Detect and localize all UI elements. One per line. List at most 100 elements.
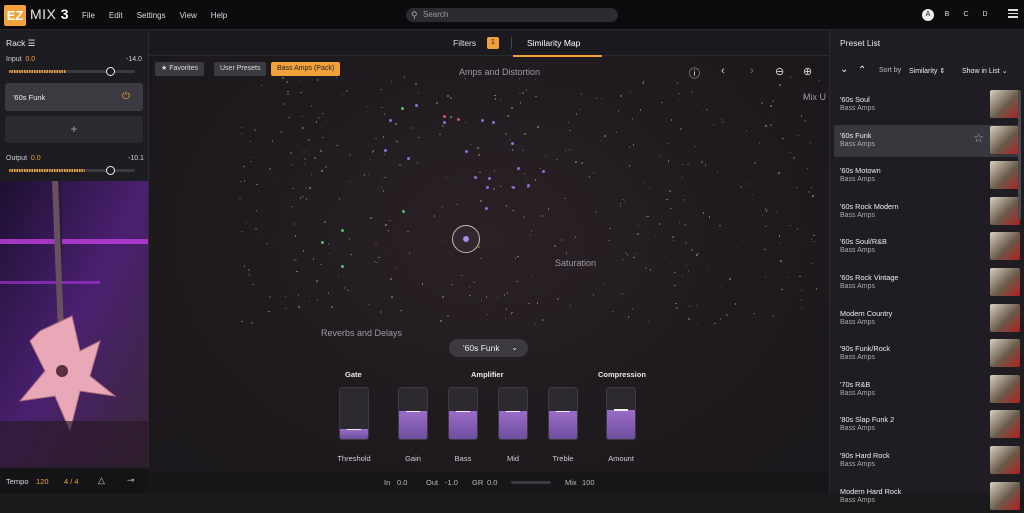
out-value: -1.0	[445, 478, 458, 487]
map-preset-dot[interactable]	[443, 121, 446, 124]
selected-preset-marker[interactable]	[452, 225, 480, 253]
mid-fader[interactable]	[498, 387, 528, 440]
map-preset-dot[interactable]	[488, 177, 491, 180]
preset-list-item[interactable]: '60s Soul/R&B Bass Amps	[834, 231, 1020, 263]
input-slider-knob[interactable]	[106, 67, 116, 76]
map-preset-dot[interactable]	[402, 210, 405, 213]
map-speckle	[396, 140, 398, 143]
map-preset-dot[interactable]	[407, 157, 410, 160]
preset-list-item[interactable]: '60s Rock Modern Bass Amps	[834, 196, 1020, 228]
collapse-up-icon[interactable]: ⌃	[858, 65, 866, 76]
map-speckle	[708, 216, 711, 218]
output-slider-knob[interactable]	[106, 166, 116, 175]
gain-fader[interactable]	[398, 387, 428, 440]
map-preset-dot[interactable]	[511, 142, 514, 145]
snapshot-a-button[interactable]: A	[922, 9, 934, 21]
preset-thumbnail	[990, 90, 1020, 118]
menu-edit[interactable]: Edit	[109, 11, 123, 20]
snapshot-c-button[interactable]: C	[960, 9, 972, 21]
preset-list-scrollbar[interactable]	[1018, 90, 1021, 220]
show-in-list-dropdown[interactable]: Show in List ⌄	[962, 67, 1008, 75]
menu-help[interactable]: Help	[211, 11, 227, 20]
snapshot-d-button[interactable]: D	[979, 9, 991, 21]
tempo-value[interactable]: 120	[36, 477, 49, 486]
map-speckle	[818, 79, 820, 82]
treble-fader[interactable]	[548, 387, 578, 440]
metronome-icon[interactable]: △	[98, 475, 105, 486]
preset-list-item[interactable]: Modern Country Bass Amps	[834, 303, 1020, 335]
menu-view[interactable]: View	[180, 11, 197, 20]
map-speckle	[340, 244, 343, 246]
tab-similarity-map[interactable]: Similarity Map	[527, 38, 580, 48]
preset-list-item[interactable]: '60s Motown Bass Amps	[834, 160, 1020, 192]
menu-file[interactable]: File	[82, 11, 95, 20]
map-preset-dot[interactable]	[517, 167, 520, 170]
mix-value[interactable]: 100	[582, 478, 595, 487]
collapse-down-icon[interactable]: ⌄	[840, 64, 848, 75]
map-speckle	[775, 211, 778, 214]
map-preset-dot[interactable]	[512, 186, 515, 189]
map-preset-dot[interactable]	[492, 121, 495, 124]
hamburger-menu-icon[interactable]	[1008, 9, 1018, 19]
map-preset-dot[interactable]	[415, 104, 418, 107]
time-signature[interactable]: 4 / 4	[64, 477, 79, 486]
map-preset-dot[interactable]	[389, 119, 392, 122]
map-preset-dot[interactable]	[341, 265, 344, 268]
guitar-image	[0, 181, 148, 467]
search-input[interactable]: ⚲ Search	[406, 8, 618, 22]
map-speckle	[815, 288, 818, 290]
map-speckle	[578, 108, 581, 111]
map-speckle	[675, 302, 677, 305]
preset-list-item[interactable]: '90s Hard Rock Bass Amps	[834, 445, 1020, 477]
amount-fader[interactable]	[606, 387, 636, 440]
map-preset-dot[interactable]	[401, 107, 404, 110]
rack-menu-icon[interactable]: ☰	[28, 38, 36, 48]
map-preset-dot[interactable]	[457, 118, 460, 121]
preset-selector[interactable]: '60s Funk ⌄	[449, 339, 528, 357]
preset-list-item[interactable]: '60s Rock Vintage Bass Amps	[834, 267, 1020, 299]
map-speckle	[316, 280, 318, 282]
preset-list-item[interactable]: '90s Funk/Rock Bass Amps	[834, 338, 1020, 370]
map-preset-dot[interactable]	[542, 170, 545, 173]
threshold-fader[interactable]	[339, 387, 369, 440]
favorite-star-icon[interactable]: ☆	[973, 131, 984, 145]
snapshot-b-button[interactable]: B	[941, 9, 953, 21]
preset-list-item[interactable]: Modern Hard Rock Bass Amps	[834, 481, 1020, 513]
map-speckle	[683, 199, 686, 201]
map-scatter[interactable]	[149, 56, 829, 336]
map-speckle	[536, 302, 539, 304]
map-preset-dot[interactable]	[341, 229, 344, 232]
cable-icon[interactable]: ⊸	[127, 475, 135, 486]
power-icon[interactable]: ⏻	[122, 91, 130, 102]
map-preset-dot[interactable]	[527, 184, 530, 187]
map-speckle	[327, 292, 330, 294]
map-speckle	[642, 82, 644, 85]
top-bar: EZ MIX 3 File Edit Settings View Help ⚲ …	[0, 0, 1024, 30]
map-preset-dot[interactable]	[321, 241, 324, 244]
preset-list-item[interactable]: '60s Soul Bass Amps	[834, 89, 1020, 121]
map-speckle	[291, 205, 293, 208]
map-preset-dot[interactable]	[486, 186, 489, 189]
add-slot-button[interactable]: +	[5, 116, 143, 143]
map-preset-dot[interactable]	[485, 207, 488, 210]
preset-list-item[interactable]: '70s R&B Bass Amps	[834, 374, 1020, 406]
map-preset-dot[interactable]	[481, 119, 484, 122]
map-preset-dot[interactable]	[384, 149, 387, 152]
preset-name: '60s Motown	[840, 166, 881, 176]
map-preset-dot[interactable]	[474, 176, 477, 179]
rack-slot[interactable]: '60s Funk ⏻	[5, 83, 143, 111]
sort-dropdown[interactable]: Similarity ⇕	[909, 67, 945, 75]
preset-name: '80s Slap Funk 2	[840, 415, 895, 425]
preset-list-item[interactable]: '60s Funk Bass Amps ☆	[834, 124, 1020, 157]
map-preset-dot[interactable]	[443, 115, 446, 118]
bass-fader[interactable]	[448, 387, 478, 440]
map-speckle	[287, 90, 289, 93]
preset-list-item[interactable]: '80s Slap Funk 2 Bass Amps	[834, 409, 1020, 441]
map-speckle	[421, 283, 423, 285]
tab-filters[interactable]: Filters	[453, 38, 476, 48]
menu-settings[interactable]: Settings	[137, 11, 166, 20]
map-speckle	[801, 289, 803, 292]
map-speckle	[696, 254, 698, 256]
map-preset-dot[interactable]	[465, 150, 468, 153]
map-speckle	[322, 112, 324, 115]
